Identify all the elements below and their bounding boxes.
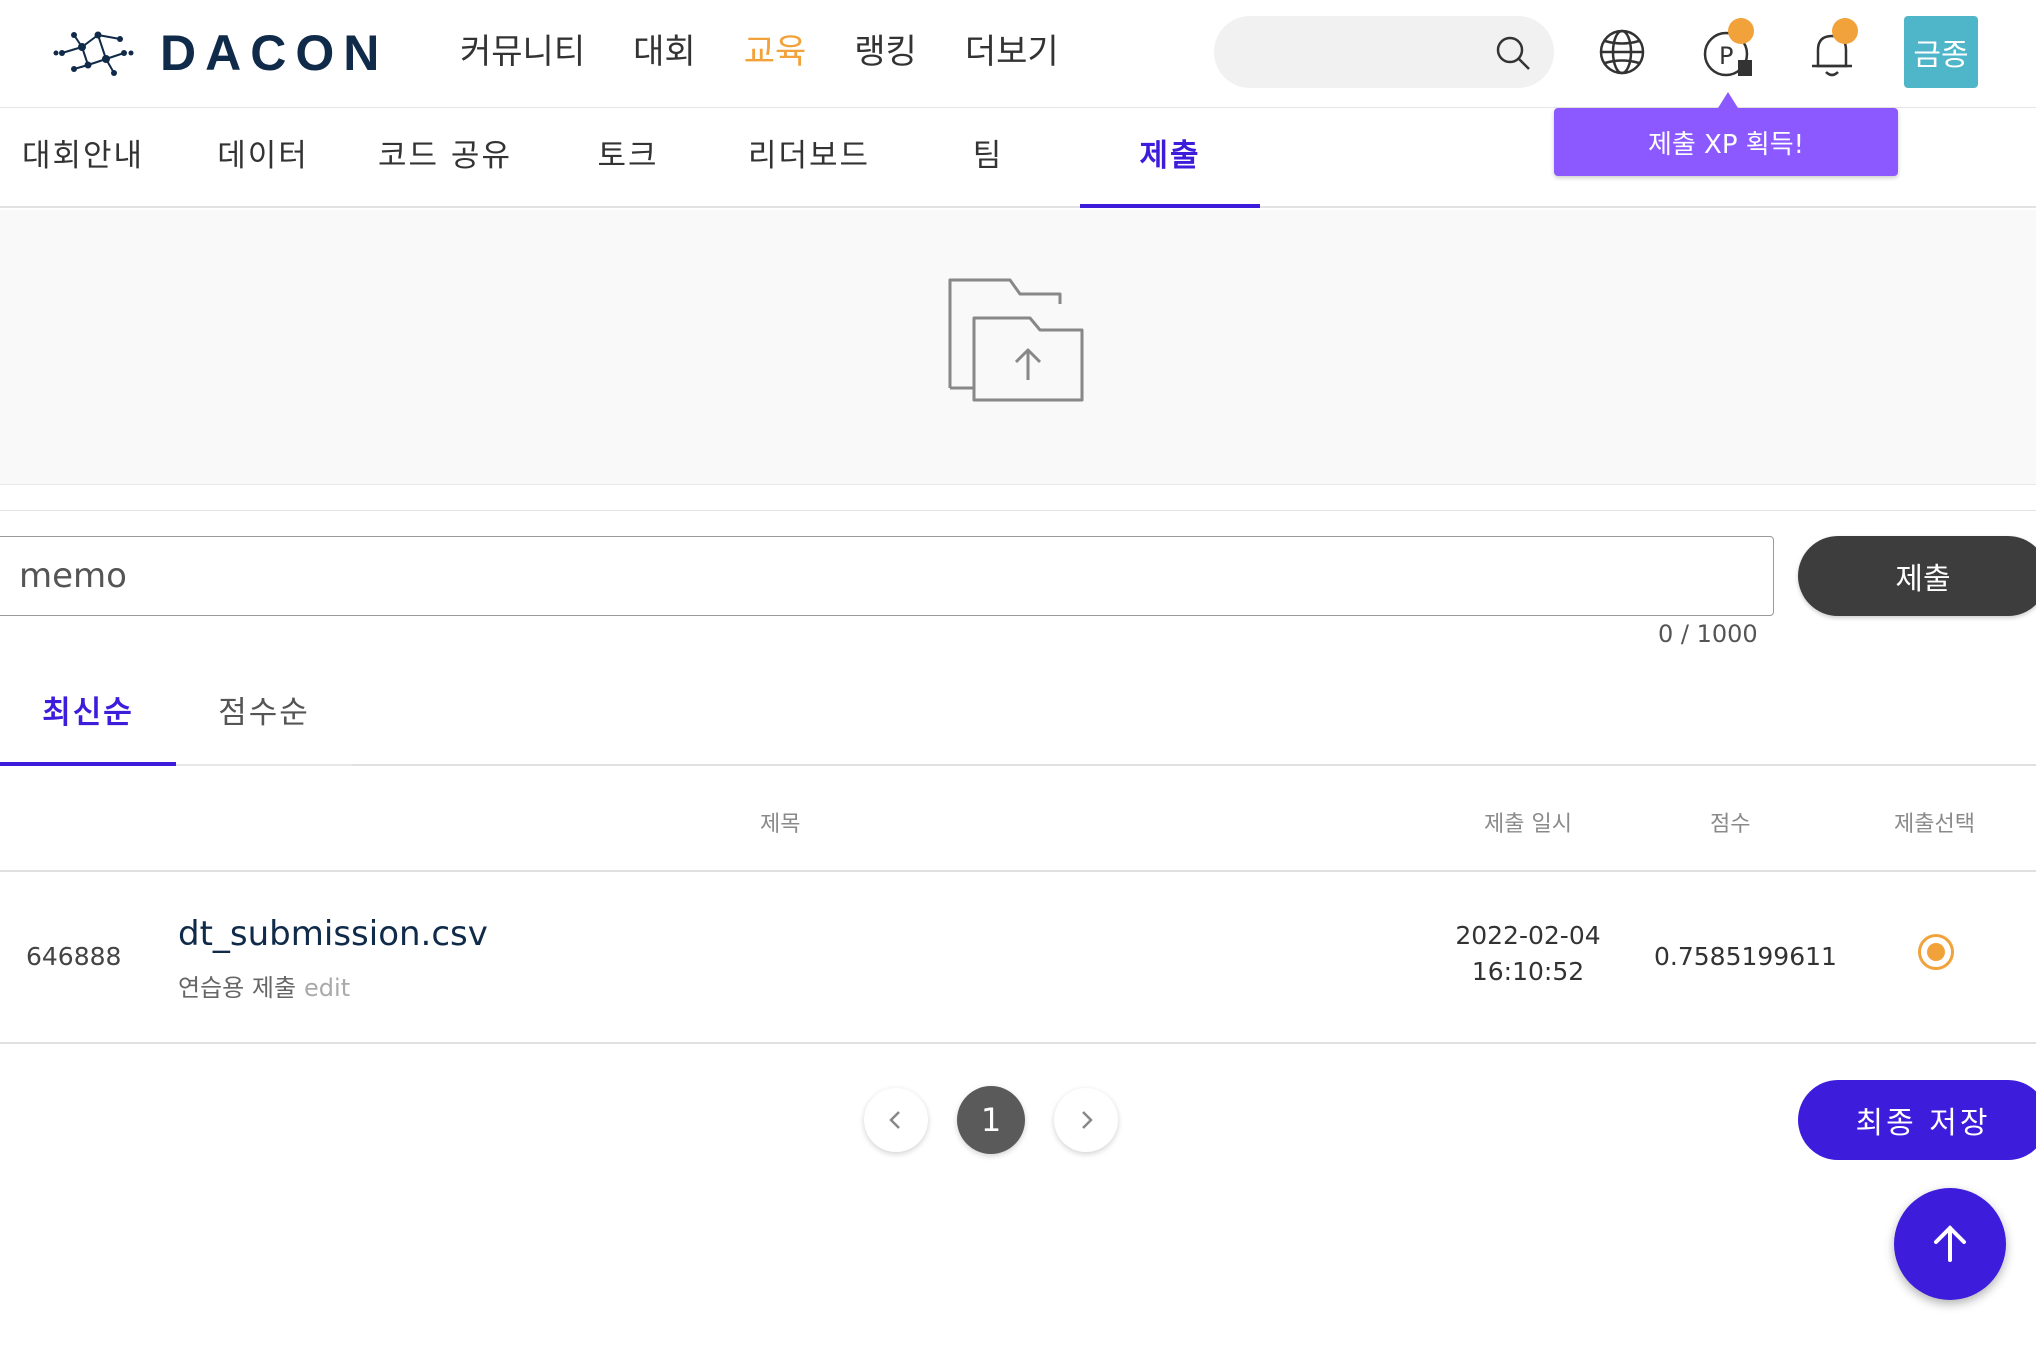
tab-team[interactable]: 팀 [930,108,1046,208]
tab-sort-score[interactable]: 점수순 [176,664,352,766]
globe-icon[interactable] [1596,26,1648,78]
submission-filename[interactable]: dt_submission.csv [178,914,488,954]
nav-education[interactable]: 교육 [744,28,807,76]
scroll-top-button[interactable] [1894,1188,2006,1300]
notification-dot [1832,18,1858,44]
header-date: 제출 일시 [1484,812,1572,837]
header-select: 제출선택 [1894,812,1975,837]
submit-button[interactable]: 제출 [1798,536,2036,616]
tab-submit[interactable]: 제출 [1080,108,1260,208]
notification-button[interactable] [1804,18,1860,82]
tab-code-share[interactable]: 코드 공유 [370,108,520,208]
memo-field [0,536,1774,616]
header-score: 점수 [1710,812,1751,837]
nav-ranking[interactable]: 랭킹 [854,28,917,76]
point-notification-dot [1728,18,1754,44]
table-row: 646888 dt_submission.csv 연습용 제출 edit 2022… [0,872,2036,1044]
dacon-logo[interactable]: DACON [52,24,388,82]
user-avatar[interactable]: 금종 [1904,16,1978,88]
competition-tabs: 대회안내 데이터 코드 공유 토크 리더보드 팀 제출 [0,108,2036,208]
logo-text: DACON [160,25,389,81]
tab-overview[interactable]: 대회안내 [22,108,172,208]
file-upload-dropzone[interactable] [0,210,2036,485]
memo-input[interactable] [0,537,1773,615]
svg-text:P: P [1719,42,1733,70]
search-icon[interactable] [1494,34,1532,72]
search-input[interactable] [1242,16,1502,88]
tab-talk[interactable]: 토크 [570,108,686,208]
final-save-button[interactable]: 최종 저장 [1798,1080,2036,1160]
pagination-prev[interactable] [864,1088,928,1152]
divider [0,510,2036,511]
edit-memo-link[interactable]: edit [304,974,350,1002]
memo-char-counter: 0 / 1000 [1658,620,1758,648]
tab-leaderboard[interactable]: 리더보드 [736,108,882,208]
nav-more[interactable]: 더보기 [965,28,1059,76]
submission-date: 2022-02-04 [1455,921,1601,950]
pagination-next[interactable] [1054,1088,1118,1152]
chevron-right-icon [1082,1111,1093,1129]
tab-data[interactable]: 데이터 [200,108,326,208]
folder-upload-icon [948,278,1084,402]
pagination-page[interactable]: 1 [957,1086,1025,1154]
search-box [1214,16,1554,88]
table-header: 제목 제출 일시 점수 제출선택 [0,768,2036,872]
nav-competition[interactable]: 대회 [633,28,696,76]
sort-tabs: 최신순 점수순 [0,664,2036,766]
dacon-logo-icon [53,31,134,76]
submission-memo: 연습용 제출 edit [178,968,350,1003]
tab-sort-latest[interactable]: 최신순 [0,664,176,766]
point-button[interactable]: P [1700,18,1756,82]
submission-select-radio[interactable] [1918,934,1954,970]
chevron-left-icon [889,1111,900,1129]
main-nav: 커뮤니티 대회 교육 랭킹 더보기 [460,28,1059,76]
nav-community[interactable]: 커뮤니티 [460,28,585,76]
submission-score: 0.7585199611 [1654,942,1837,971]
arrow-up-icon [1934,1225,1966,1262]
submission-id: 646888 [26,942,122,971]
submission-datetime: 2022-02-04 16:10:52 [1440,918,1616,990]
memo-text: 연습용 제출 [178,974,297,1002]
header-title: 제목 [760,812,801,837]
submission-time: 16:10:52 [1471,957,1585,986]
